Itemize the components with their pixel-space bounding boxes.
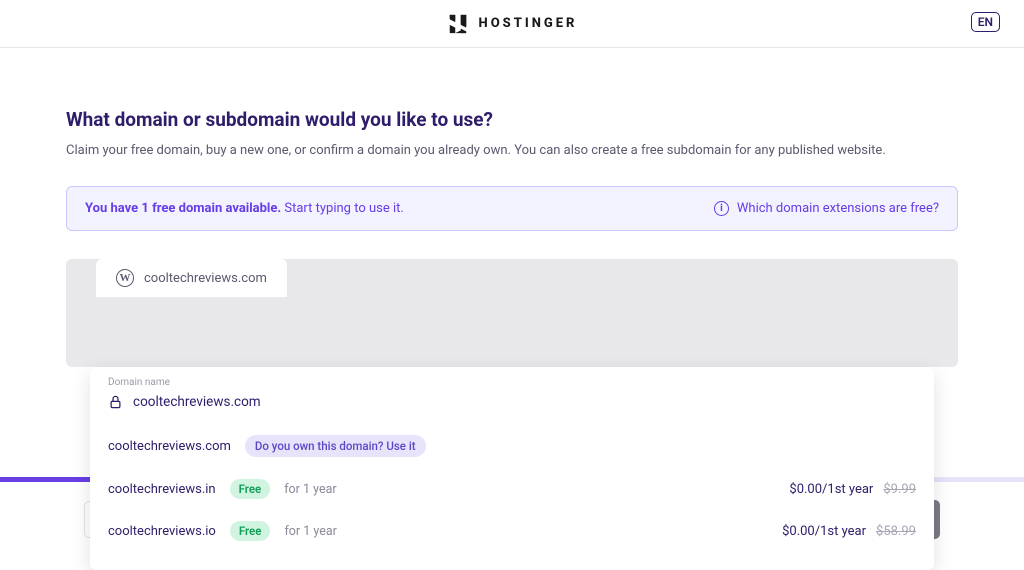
- brand-logo: HOSTINGER: [447, 13, 578, 35]
- free-badge: Free: [230, 521, 271, 541]
- domain-result-row[interactable]: cooltechreviews.com Do you own this doma…: [108, 424, 916, 468]
- banner-message-tail: Start typing to use it.: [281, 201, 404, 216]
- domain-search-dropdown: Domain name cooltechreviews.com cooltech…: [90, 367, 934, 570]
- page-title: What domain or subdomain would you like …: [66, 108, 958, 131]
- result-price: $0.00/1st year: [789, 482, 873, 497]
- page-subtitle: Claim your free domain, buy a new one, o…: [66, 143, 958, 158]
- banner-message-bold: You have 1 free domain available.: [85, 201, 281, 216]
- lock-icon: [108, 394, 123, 410]
- main-content: What domain or subdomain would you like …: [0, 48, 1024, 367]
- language-selector[interactable]: EN: [971, 12, 1000, 32]
- domain-input[interactable]: cooltechreviews.com: [108, 390, 916, 424]
- site-tab[interactable]: W cooltechreviews.com: [96, 259, 287, 297]
- free-extensions-link[interactable]: i Which domain extensions are free?: [714, 201, 939, 216]
- brand-name: HOSTINGER: [479, 16, 578, 31]
- result-original-price: $58.99: [876, 524, 916, 539]
- site-tab-bar: W cooltechreviews.com: [66, 259, 958, 367]
- info-icon: i: [714, 201, 729, 216]
- domain-field-label: Domain name: [108, 377, 916, 388]
- top-bar: HOSTINGER EN: [0, 0, 1024, 48]
- result-term: for 1 year: [284, 482, 336, 497]
- result-domain: cooltechreviews.in: [108, 482, 216, 497]
- free-extensions-text: Which domain extensions are free?: [737, 201, 939, 216]
- site-tab-label: cooltechreviews.com: [144, 271, 267, 286]
- result-domain: cooltechreviews.com: [108, 439, 231, 454]
- domain-result-row[interactable]: cooltechreviews.io Free for 1 year $0.00…: [108, 510, 916, 552]
- domain-input-value: cooltechreviews.com: [133, 394, 261, 410]
- own-domain-badge[interactable]: Do you own this domain? Use it: [245, 435, 426, 457]
- result-price: $0.00/1st year: [782, 524, 866, 539]
- wordpress-icon: W: [116, 269, 134, 287]
- domain-result-row[interactable]: cooltechreviews.in Free for 1 year $0.00…: [108, 468, 916, 510]
- result-term: for 1 year: [284, 524, 336, 539]
- result-domain: cooltechreviews.io: [108, 524, 216, 539]
- result-original-price: $9.99: [883, 482, 916, 497]
- free-badge: Free: [230, 479, 271, 499]
- free-domain-banner: You have 1 free domain available. Start …: [66, 186, 958, 231]
- banner-message: You have 1 free domain available. Start …: [85, 201, 404, 216]
- hostinger-logo-icon: [447, 13, 469, 35]
